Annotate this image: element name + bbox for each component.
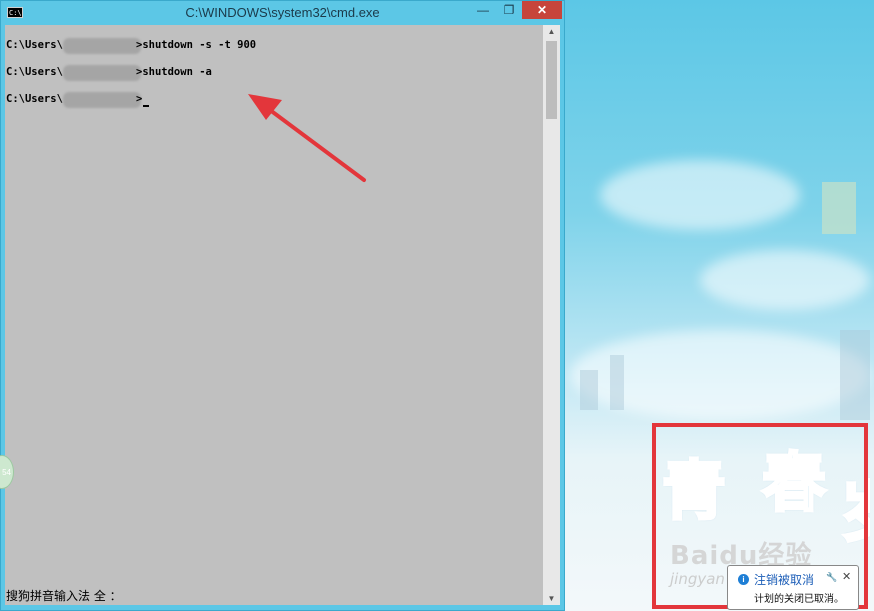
console-prompt: >	[136, 93, 143, 105]
redacted-username	[63, 65, 141, 81]
close-button[interactable]: ✕	[522, 1, 562, 19]
minimize-button[interactable]: —	[470, 1, 496, 19]
window-titlebar[interactable]: C:\ C:\WINDOWS\system32\cmd.exe — ❐ ✕	[1, 1, 564, 25]
scroll-thumb[interactable]	[546, 41, 557, 119]
scroll-down-arrow-icon[interactable]: ▼	[543, 594, 560, 603]
info-icon: i	[738, 574, 749, 585]
annotation-arrow-icon	[248, 94, 366, 182]
desktop: C:\ C:\WINDOWS\system32\cmd.exe — ❐ ✕ C:…	[0, 0, 874, 611]
redacted-username	[63, 92, 141, 108]
notification-title: 注销被取消	[754, 573, 815, 587]
console-line-prefix: C:\Users\	[6, 93, 63, 105]
redacted-username	[63, 38, 141, 54]
maximize-button[interactable]: ❐	[496, 1, 522, 19]
cloud-decoration	[600, 160, 800, 230]
console-line-command: >shutdown -a	[136, 66, 212, 78]
console-line-prefix: C:\Users\	[6, 39, 63, 51]
shutdown-cancel-notification[interactable]: i 注销被取消 计划的关闭已取消。 🔧 ✕	[727, 565, 859, 610]
scroll-up-arrow-icon[interactable]: ▲	[543, 27, 560, 36]
settings-wrench-icon[interactable]: 🔧	[826, 572, 837, 583]
console-line-command: >shutdown -s -t 900	[136, 39, 257, 51]
ime-status-bar[interactable]: 搜狗拼音输入法 全 ：	[6, 587, 122, 604]
desktop-decoration	[822, 182, 856, 234]
cloud-decoration	[700, 250, 870, 310]
city-decoration	[580, 370, 598, 410]
console-line-prefix: C:\Users\	[6, 66, 63, 78]
notification-close-button[interactable]: ✕	[842, 570, 851, 583]
text-cursor	[143, 105, 149, 107]
vertical-scrollbar[interactable]: ▲ ▼	[543, 25, 560, 605]
city-decoration	[610, 355, 624, 410]
city-decoration	[840, 330, 870, 420]
notification-body: 计划的关闭已取消。	[754, 594, 844, 605]
